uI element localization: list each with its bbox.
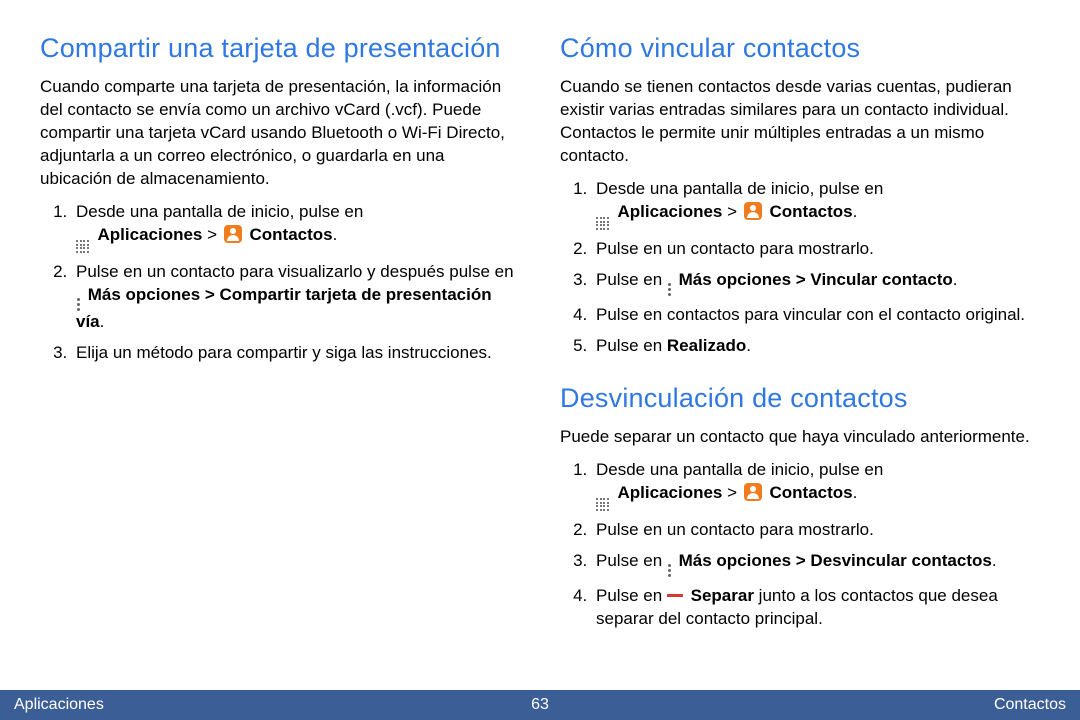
bold-text: Realizado <box>667 336 746 355</box>
minus-icon <box>667 594 683 597</box>
bold-text: Más opciones > Vincular contacto <box>679 270 953 289</box>
page-number: 63 <box>531 696 549 714</box>
text: > <box>722 202 741 221</box>
bold-text: Contactos <box>770 483 853 502</box>
list-item: Desde una pantalla de inicio, pulse en A… <box>72 201 520 253</box>
right-column: Cómo vincular contactos Cuando se tienen… <box>560 30 1040 670</box>
list-item: Desde una pantalla de inicio, pulse en A… <box>592 459 1040 511</box>
list-item: Pulse en un contacto para visualizarlo y… <box>72 261 520 334</box>
ordered-list: Desde una pantalla de inicio, pulse en A… <box>40 201 520 365</box>
bold-text: Más opciones > Desvincular contactos <box>679 551 992 570</box>
text: Pulse en un contacto para visualizarlo y… <box>76 262 514 281</box>
bold-text: Separar <box>691 586 754 605</box>
columns: Compartir una tarjeta de presentación Cu… <box>40 30 1040 670</box>
heading-share-card: Compartir una tarjeta de presentación <box>40 30 520 66</box>
bold-text: Más opciones > Compartir tarjeta de pres… <box>76 285 492 331</box>
list-item: Pulse en un contacto para mostrarlo. <box>592 238 1040 261</box>
bold-text: Aplicaciones <box>618 202 723 221</box>
bold-text: Contactos <box>250 225 333 244</box>
text: Desde una pantalla de inicio, pulse en <box>76 202 363 221</box>
text: Desde una pantalla de inicio, pulse en <box>596 179 883 198</box>
text: Pulse en <box>596 270 667 289</box>
document-page: Compartir una tarjeta de presentación Cu… <box>0 0 1080 720</box>
paragraph: Puede separar un contacto que haya vincu… <box>560 426 1040 449</box>
list-item: Pulse en un contacto para mostrarlo. <box>592 519 1040 542</box>
text: > <box>722 483 741 502</box>
list-item: Desde una pantalla de inicio, pulse en A… <box>592 178 1040 230</box>
paragraph: Cuando se tienen contactos desde varias … <box>560 76 1040 168</box>
bold-text: Aplicaciones <box>98 225 203 244</box>
text: Pulse en <box>596 336 667 355</box>
apps-grid-icon <box>596 217 609 230</box>
bold-text: Aplicaciones <box>618 483 723 502</box>
contacts-icon <box>744 202 762 220</box>
left-column: Compartir una tarjeta de presentación Cu… <box>40 30 520 670</box>
apps-grid-icon <box>596 498 609 511</box>
more-options-icon <box>77 298 80 311</box>
more-options-icon <box>668 564 671 577</box>
text: Pulse en <box>596 551 667 570</box>
heading-unlink-contacts: Desvinculación de contactos <box>560 380 1040 416</box>
footer-bar: Aplicaciones 63 Contactos <box>0 690 1080 720</box>
list-item: Pulse en Más opciones > Vincular contact… <box>592 269 1040 296</box>
list-item: Pulse en Separar junto a los contactos q… <box>592 585 1040 631</box>
more-options-icon <box>668 283 671 296</box>
footer-left-label: Aplicaciones <box>14 696 104 714</box>
bold-text: Contactos <box>770 202 853 221</box>
ordered-list: Desde una pantalla de inicio, pulse en A… <box>560 178 1040 358</box>
apps-grid-icon <box>76 240 89 253</box>
ordered-list: Desde una pantalla de inicio, pulse en A… <box>560 459 1040 631</box>
contacts-icon <box>224 225 242 243</box>
list-item: Elija un método para compartir y siga la… <box>72 342 520 365</box>
contacts-icon <box>744 483 762 501</box>
list-item: Pulse en contactos para vincular con el … <box>592 304 1040 327</box>
text: Pulse en <box>596 586 667 605</box>
text: > <box>202 225 221 244</box>
text: Desde una pantalla de inicio, pulse en <box>596 460 883 479</box>
list-item: Pulse en Más opciones > Desvincular cont… <box>592 550 1040 577</box>
list-item: Pulse en Realizado. <box>592 335 1040 358</box>
paragraph: Cuando comparte una tarjeta de presentac… <box>40 76 520 191</box>
heading-link-contacts: Cómo vincular contactos <box>560 30 1040 66</box>
footer-right-label: Contactos <box>994 696 1066 714</box>
